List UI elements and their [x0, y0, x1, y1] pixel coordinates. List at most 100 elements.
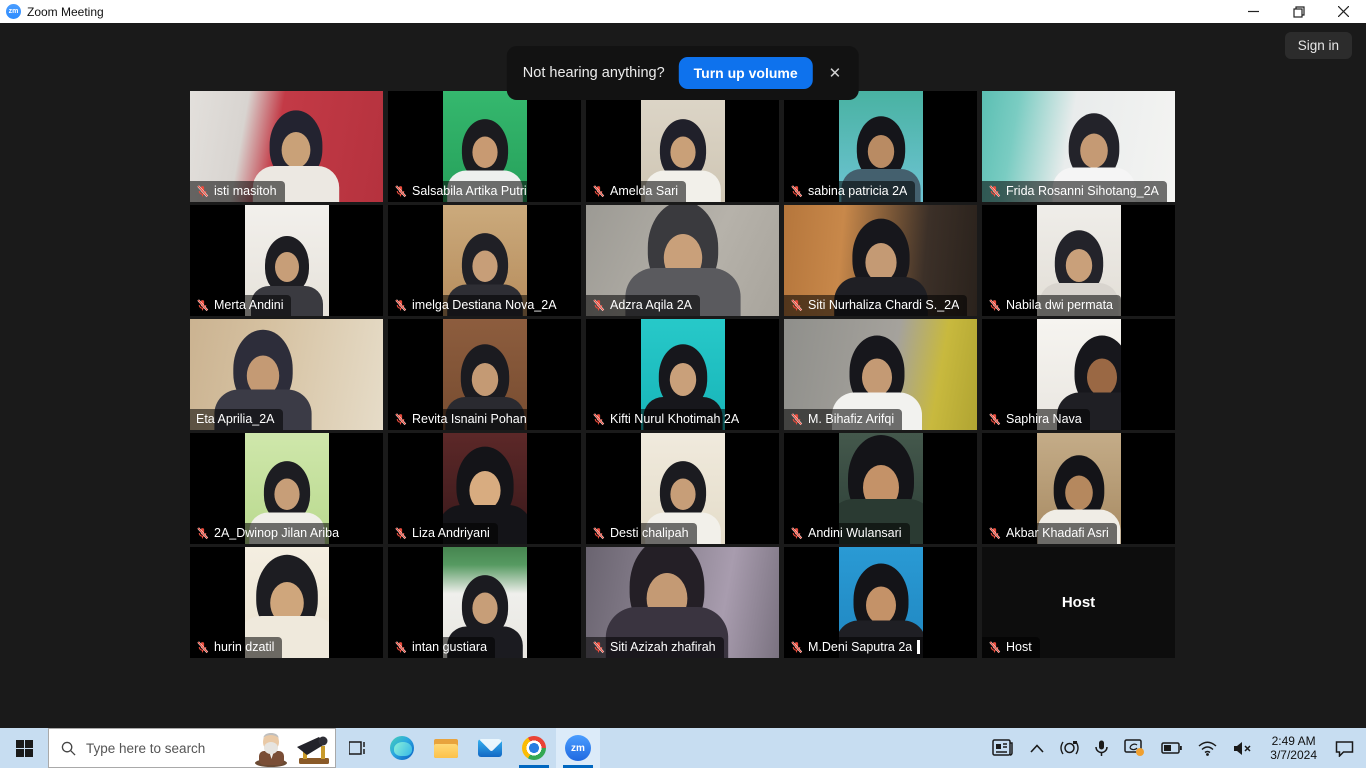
taskbar-clock[interactable]: 2:49 AM 3/7/2024: [1262, 734, 1325, 762]
participant-tile[interactable]: Andini Wulansari: [784, 433, 977, 544]
participant-tile[interactable]: hurin dzatil: [190, 547, 383, 658]
participant-tile[interactable]: Kifti Nurul Khotimah 2A: [586, 319, 779, 430]
participant-tile[interactable]: Revita Isnaini Pohan: [388, 319, 581, 430]
participant-name: M. Bihafiz Arifqi: [808, 412, 894, 426]
microphone-tray-button[interactable]: [1089, 728, 1114, 768]
minimize-icon: [1248, 6, 1259, 17]
wifi-tray-button[interactable]: [1192, 728, 1223, 768]
action-center-button[interactable]: [1329, 728, 1360, 768]
participant-tile[interactable]: Amelda Sari: [586, 91, 779, 202]
chrome-icon: [522, 736, 546, 760]
muted-mic-icon: [592, 527, 605, 540]
banner-message: Not hearing anything?: [523, 65, 665, 81]
task-view-icon: [349, 740, 367, 756]
display-notification-button[interactable]: [1118, 728, 1151, 768]
turn-up-volume-button[interactable]: Turn up volume: [679, 57, 813, 89]
screen-cast-tray-button[interactable]: [1054, 728, 1085, 768]
participant-tile[interactable]: sabina patricia 2A: [784, 91, 977, 202]
participant-nameplate: 2A_Dwinop Jilan Ariba: [190, 523, 347, 544]
clock-time: 2:49 AM: [1270, 734, 1317, 748]
muted-mic-icon: [592, 641, 605, 654]
participant-nameplate: intan gustiara: [388, 637, 495, 658]
taskbar-search-input[interactable]: Type here to search: [48, 728, 336, 768]
participant-tile[interactable]: Eta Aprilia_2A: [190, 319, 383, 430]
muted-mic-icon: [592, 185, 605, 198]
microphone-icon: [1095, 740, 1108, 757]
silhouette-face: [1080, 134, 1108, 169]
notification-badge: [1136, 748, 1144, 756]
participant-nameplate: sabina patricia 2A: [784, 181, 915, 202]
volume-tray-button[interactable]: [1227, 728, 1258, 768]
taskbar-app-zoom[interactable]: zm: [556, 728, 600, 768]
zoom-meeting-window: Sign in Not hearing anything? Turn up vo…: [0, 23, 1366, 728]
participant-nameplate: Kifti Nurul Khotimah 2A: [586, 409, 747, 430]
participant-tile[interactable]: Liza Andriyani: [388, 433, 581, 544]
participant-nameplate: Akbar Khadafi Asri: [982, 523, 1117, 544]
participant-tile[interactable]: Saphira Nava: [982, 319, 1175, 430]
system-tray: 2:49 AM 3/7/2024: [986, 728, 1366, 768]
muted-mic-icon: [790, 527, 803, 540]
participant-name: imelga Destiana Nova_2A: [412, 298, 557, 312]
participant-name: Siti Azizah zhafirah: [610, 640, 716, 654]
participant-nameplate: Merta Andini: [190, 295, 291, 316]
muted-mic-icon: [592, 413, 605, 426]
participant-name: Adzra Aqila 2A: [610, 298, 692, 312]
participant-tile[interactable]: Salsabila Artika Putri: [388, 91, 581, 202]
news-widget-button[interactable]: [986, 728, 1020, 768]
participant-tile[interactable]: intan gustiara: [388, 547, 581, 658]
taskbar-app-mail[interactable]: [468, 728, 512, 768]
silhouette-face: [669, 363, 695, 396]
participant-tile[interactable]: Siti Azizah zhafirah: [586, 547, 779, 658]
participant-tile[interactable]: 2A_Dwinop Jilan Ariba: [190, 433, 383, 544]
participant-tile[interactable]: Host Host: [982, 547, 1175, 658]
minimize-button[interactable]: [1231, 0, 1276, 23]
silhouette-face: [1065, 476, 1093, 511]
restore-button[interactable]: [1276, 0, 1321, 23]
battery-icon: [1161, 742, 1182, 754]
window-titlebar: zm Zoom Meeting: [0, 0, 1366, 23]
muted-mic-icon: [790, 413, 803, 426]
participant-nameplate: Siti Nurhaliza Chardi S._2A: [784, 295, 967, 316]
task-view-button[interactable]: [336, 728, 380, 768]
participant-tile[interactable]: imelga Destiana Nova_2A: [388, 205, 581, 316]
news-icon: [992, 739, 1014, 757]
participant-tile[interactable]: M. Bihafiz Arifqi: [784, 319, 977, 430]
participant-name: Andini Wulansari: [808, 526, 902, 540]
participant-name: 2A_Dwinop Jilan Ariba: [214, 526, 339, 540]
participant-tile[interactable]: Merta Andini: [190, 205, 383, 316]
edge-icon: [390, 736, 414, 760]
banner-close-icon[interactable]: ✕: [827, 64, 844, 82]
participant-tile[interactable]: M.Deni Saputra 2a: [784, 547, 977, 658]
participant-tile[interactable]: Desti chalipah: [586, 433, 779, 544]
participant-nameplate: Frida Rosanni Sihotang_2A: [982, 181, 1167, 202]
taskbar-app-edge[interactable]: [380, 728, 424, 768]
start-button[interactable]: [0, 728, 48, 768]
sign-in-button[interactable]: Sign in: [1285, 32, 1352, 59]
search-placeholder: Type here to search: [86, 741, 205, 756]
silhouette-face: [275, 252, 299, 282]
participant-nameplate: Salsabila Artika Putri: [388, 181, 535, 202]
participant-nameplate: M.Deni Saputra 2a: [784, 637, 928, 658]
battery-tray-button[interactable]: [1155, 728, 1188, 768]
participant-tile[interactable]: isti masitoh: [190, 91, 383, 202]
participant-tile[interactable]: Nabila dwi permata: [982, 205, 1175, 316]
taskbar-app-chrome[interactable]: [512, 728, 556, 768]
participant-name: hurin dzatil: [214, 640, 274, 654]
participant-tile[interactable]: Akbar Khadafi Asri: [982, 433, 1175, 544]
participant-nameplate: Eta Aprilia_2A: [190, 409, 283, 430]
show-hidden-icons-button[interactable]: [1024, 728, 1050, 768]
clock-date: 3/7/2024: [1270, 748, 1317, 762]
participant-nameplate: Revita Isnaini Pohan: [388, 409, 535, 430]
zoom-taskbar-icon: zm: [565, 735, 591, 761]
participant-name: Revita Isnaini Pohan: [412, 412, 527, 426]
search-highlight-illustration[interactable]: [251, 729, 333, 767]
muted-mic-icon: [988, 299, 1001, 312]
muted-mic-icon: [196, 185, 209, 198]
participant-nameplate: Adzra Aqila 2A: [586, 295, 700, 316]
wifi-icon: [1198, 741, 1217, 756]
taskbar-app-file-explorer[interactable]: [424, 728, 468, 768]
close-button[interactable]: [1321, 0, 1366, 23]
participant-tile[interactable]: Frida Rosanni Sihotang_2A: [982, 91, 1175, 202]
participant-tile[interactable]: Adzra Aqila 2A: [586, 205, 779, 316]
participant-tile[interactable]: Siti Nurhaliza Chardi S._2A: [784, 205, 977, 316]
